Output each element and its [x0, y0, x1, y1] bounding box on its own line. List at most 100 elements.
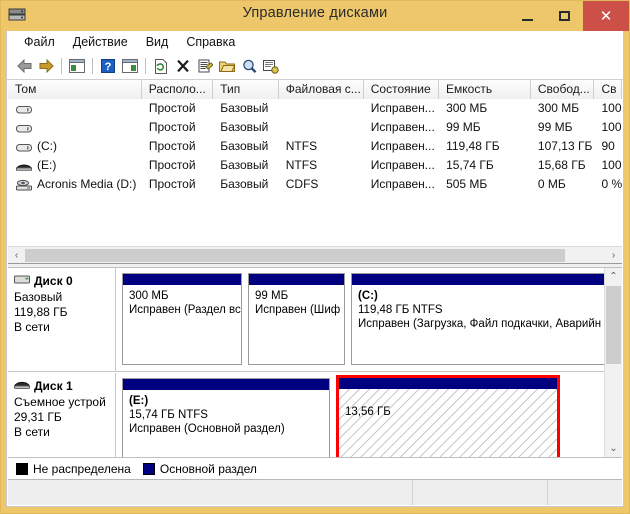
cell-filesystem: [279, 118, 364, 137]
cell-type: Базовый: [220, 139, 269, 153]
cell-filesystem: NTFS: [285, 158, 318, 172]
disk-name-1: Диск 1: [34, 379, 73, 393]
volume-list-horizontal-scrollbar[interactable]: ‹ ›: [8, 246, 622, 264]
properties-icon[interactable]: [194, 55, 216, 77]
cell-capacity: 119,48 ГБ: [446, 139, 500, 153]
volume-list: Том Располо... Тип Файловая с... Состоян…: [8, 80, 622, 246]
volume-label: (C:): [37, 139, 57, 153]
rescan-disks-icon[interactable]: [238, 55, 260, 77]
partition-size: 99 МБ: [255, 290, 289, 302]
graphical-view-vertical-scrollbar[interactable]: ⌃ ⌄: [604, 268, 622, 457]
partition-body: 99 МБ Исправен (Шиф: [249, 285, 344, 364]
back-icon[interactable]: [13, 55, 35, 77]
partition-label: (E:): [129, 395, 149, 407]
partition-status: Исправен (Загрузка, Файл подкачки, Авари…: [358, 318, 602, 330]
disk-row-0[interactable]: Диск 0 Базовый 119,88 ГБ В сети 300 МБ И…: [8, 268, 617, 372]
partition-color-bar: [339, 378, 557, 389]
volume-list-header: Том Располо... Тип Файловая с... Состоян…: [8, 80, 622, 100]
cell-filesystem: [279, 99, 364, 118]
open-icon[interactable]: [216, 55, 238, 77]
delete-icon[interactable]: [172, 55, 194, 77]
maximize-button[interactable]: [546, 1, 583, 31]
cell-layout: Простой: [148, 101, 196, 115]
volume-icon: [16, 121, 32, 134]
cell-status: Исправен...: [370, 101, 435, 115]
scroll-down-arrow-icon[interactable]: ⌄: [605, 440, 622, 457]
column-header-free-space[interactable]: Свобод...: [530, 80, 595, 99]
cell-volume: [8, 99, 142, 118]
menu-item-help[interactable]: Справка: [177, 33, 244, 51]
cell-volume: Acronis Media (D:): [8, 175, 142, 194]
partition-color-bar: [123, 274, 241, 285]
close-button[interactable]: ✕: [583, 1, 629, 31]
legend-label-primary-partition: Основной раздел: [159, 462, 257, 476]
column-header-filesystem[interactable]: Файловая с...: [278, 80, 364, 99]
column-header-status[interactable]: Состояние: [363, 80, 440, 99]
partition-1-1-unallocated-selected[interactable]: 13,56 ГБ: [336, 375, 560, 457]
cell-capacity: 505 МБ: [446, 177, 488, 191]
toolbar-separator: [145, 58, 146, 74]
disk-row-1[interactable]: Диск 1 Съемное устрой 29,31 ГБ В сети (E…: [8, 373, 604, 457]
cell-status: Исправен...: [370, 177, 435, 191]
show-hide-console-tree-icon[interactable]: [66, 55, 88, 77]
legend-swatch-unallocated: [16, 463, 28, 475]
menu-bar: Файл Действие Вид Справка: [7, 31, 623, 54]
partition-size: 13,56 ГБ: [345, 406, 391, 418]
partition-0-1[interactable]: 99 МБ Исправен (Шиф: [248, 273, 345, 365]
scroll-thumb[interactable]: [25, 249, 565, 262]
disk-size-1: 29,31 ГБ: [14, 410, 62, 424]
partition-size: 15,74 ГБ NTFS: [129, 409, 208, 421]
column-header-capacity[interactable]: Емкость: [439, 80, 531, 99]
disk-type-0: Базовый: [14, 290, 63, 304]
disk-partitions-1: (E:) 15,74 ГБ NTFS Исправен (Основной ра…: [116, 373, 604, 457]
cell-filesystem: CDFS: [285, 177, 319, 191]
table-row[interactable]: (E:) Простой Базовый NTFS Исправен... 15…: [8, 156, 622, 175]
minimize-button[interactable]: [509, 1, 546, 31]
legend-label-unallocated: Не распределена: [33, 462, 131, 476]
cell-free-space: 15,68 ГБ: [537, 158, 586, 172]
help-icon[interactable]: ?: [97, 55, 119, 77]
volume-label: Acronis Media (D:): [37, 177, 137, 191]
partition-color-bar: [249, 274, 344, 285]
menu-item-file[interactable]: Файл: [15, 33, 64, 51]
cell-layout: Простой: [148, 177, 196, 191]
disk-info-1[interactable]: Диск 1 Съемное устрой 29,31 ГБ В сети: [8, 373, 116, 457]
disk-partitions-0: 300 МБ Исправен (Раздел вс 99 МБ Исправе…: [116, 268, 617, 371]
partition-body: 300 МБ Исправен (Раздел вс: [123, 285, 241, 364]
refresh-icon[interactable]: [150, 55, 172, 77]
scroll-track[interactable]: [25, 247, 605, 264]
disk-name-0: Диск 0: [34, 274, 73, 288]
disk-info-0[interactable]: Диск 0 Базовый 119,88 ГБ В сети: [8, 268, 116, 371]
table-row[interactable]: (C:) Простой Базовый NTFS Исправен... 11…: [8, 137, 622, 156]
cell-percent-free: 100: [601, 120, 622, 134]
table-row[interactable]: Acronis Media (D:) Простой Базовый CDFS …: [8, 175, 622, 194]
column-header-layout[interactable]: Располо...: [141, 80, 214, 99]
scroll-thumb[interactable]: [606, 286, 621, 364]
column-header-percent-free[interactable]: Св: [594, 80, 622, 99]
show-hide-action-pane-icon[interactable]: [119, 55, 141, 77]
scroll-right-arrow-icon[interactable]: ›: [605, 247, 622, 264]
cell-type: Базовый: [220, 120, 269, 134]
scroll-left-arrow-icon[interactable]: ‹: [8, 247, 25, 264]
legend: Не распределена Основной раздел: [8, 457, 622, 480]
partition-1-0[interactable]: (E:) 15,74 ГБ NTFS Исправен (Основной ра…: [122, 378, 330, 457]
graphical-disk-view: Диск 0 Базовый 119,88 ГБ В сети 300 МБ И…: [8, 267, 622, 457]
menu-item-view[interactable]: Вид: [137, 33, 178, 51]
table-row[interactable]: Простой Базовый Исправен... 99 МБ 99 МБ …: [8, 118, 622, 137]
partition-size: 119,48 ГБ NTFS: [358, 304, 443, 316]
legend-item-primary-partition: Основной раздел: [142, 462, 257, 476]
scroll-up-arrow-icon[interactable]: ⌃: [605, 268, 622, 285]
column-header-type[interactable]: Тип: [213, 80, 279, 99]
create-vhd-icon[interactable]: [260, 55, 282, 77]
column-header-volume[interactable]: Том: [8, 80, 142, 99]
menu-item-action[interactable]: Действие: [64, 33, 137, 51]
partition-label: (C:): [358, 290, 378, 302]
partition-color-bar: [123, 379, 329, 390]
partition-0-2[interactable]: (C:) 119,48 ГБ NTFS Исправен (Загрузка, …: [351, 273, 617, 365]
cell-free-space: 300 МБ: [537, 101, 580, 115]
cell-status: Исправен...: [370, 120, 435, 134]
cell-status: Исправен...: [370, 158, 435, 172]
forward-icon[interactable]: [35, 55, 57, 77]
table-row[interactable]: Простой Базовый Исправен... 300 МБ 300 М…: [8, 99, 622, 118]
partition-0-0[interactable]: 300 МБ Исправен (Раздел вс: [122, 273, 242, 365]
